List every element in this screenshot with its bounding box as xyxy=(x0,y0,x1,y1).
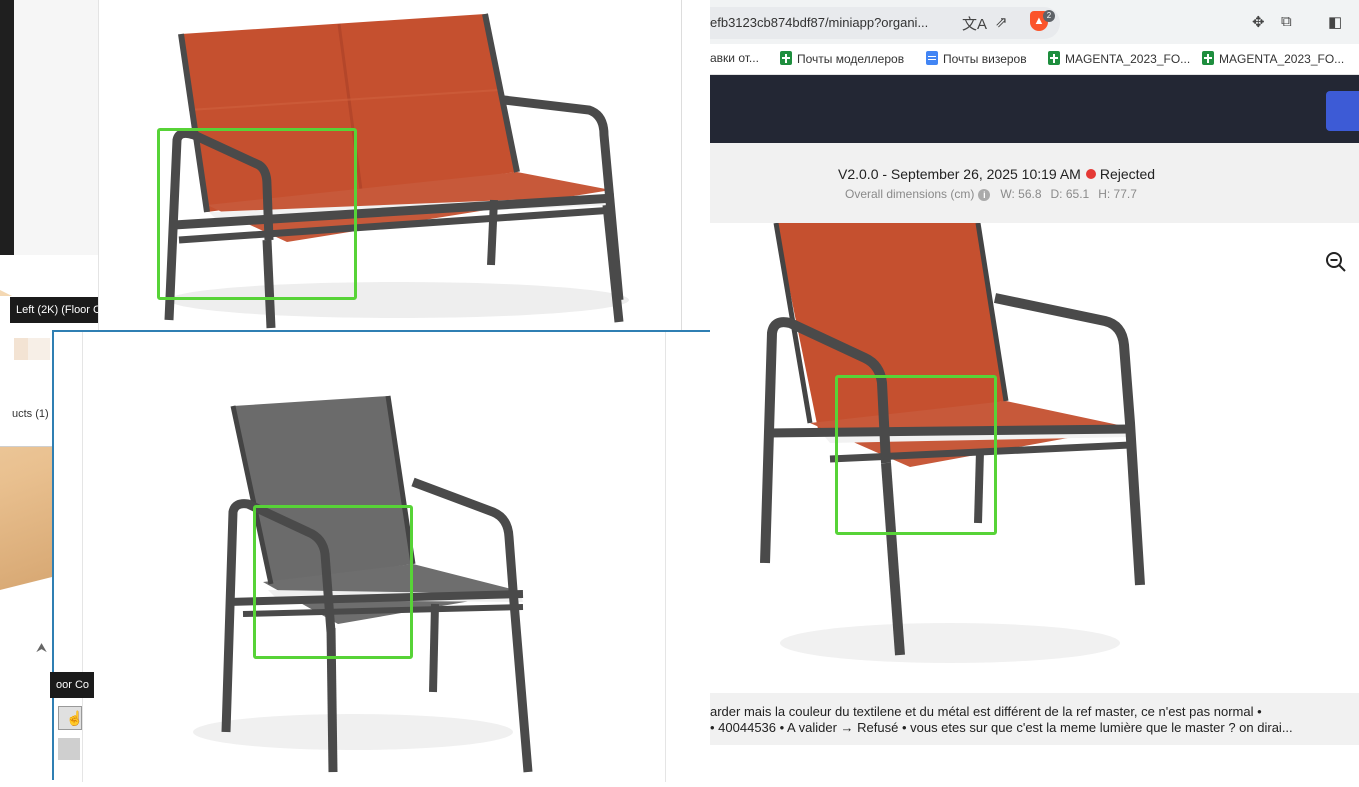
version-info-bar xyxy=(710,143,1359,223)
reference-image-panel xyxy=(98,0,682,330)
bookmark-label: MAGENTA_2023_FO... xyxy=(1065,52,1191,66)
hand-cursor-icon: ☝ xyxy=(66,710,84,726)
dimensions-line: Overall dimensions (cm) i W: 56.8 D: 65.1 H:… xyxy=(845,187,1146,201)
extensions-icon[interactable]: ✥ xyxy=(1252,13,1265,31)
render-viewer[interactable] xyxy=(710,223,1359,693)
header-action-button[interactable] xyxy=(1326,91,1359,131)
dimension-depth: D: 65.1 xyxy=(1050,187,1090,201)
dimension-height: H: 77.7 xyxy=(1098,187,1137,201)
version-title: V2.0.0 - September 26, 2025 10:19 AM xyxy=(838,166,1081,182)
comparison-image-panel xyxy=(82,332,666,782)
google-docs-icon xyxy=(926,51,938,65)
bookmark-label: MAGENTA_2023_FO... xyxy=(1219,52,1345,66)
info-icon[interactable]: i xyxy=(978,189,991,201)
bookmark-label: авки от... xyxy=(710,51,759,65)
share-icon[interactable]: ⇗ xyxy=(995,13,1008,31)
dimensions-label: Overall dimensions (cm) xyxy=(845,187,975,201)
google-sheets-icon xyxy=(1048,51,1060,65)
google-sheets-icon xyxy=(1202,51,1214,65)
comment-text: • 40044536 • A valider → Refusé • vous e… xyxy=(710,720,1293,735)
sidebar-toggle-icon[interactable]: ◧ xyxy=(1328,13,1342,31)
google-sheets-icon xyxy=(780,51,792,65)
bookmark-item[interactable]: Почты визеров xyxy=(926,51,1027,66)
bookmark-label: Почты визеров xyxy=(943,52,1027,66)
floor-tooltip: oor Co xyxy=(50,672,94,698)
translate-icon[interactable]: 文A xyxy=(962,13,987,34)
app-header xyxy=(710,75,1359,143)
shields-count-badge: 2 xyxy=(1043,10,1055,22)
browser-window: efb3123cb874bdf87/miniapp?organi... 文A ⇗… xyxy=(710,0,1359,780)
comment-text: arder mais la couleur du textilene et du… xyxy=(710,704,1262,719)
screen-search-icon[interactable]: ⧉ xyxy=(1281,13,1292,30)
comparison-image-window: ☝ xyxy=(52,330,710,782)
bookmark-item[interactable]: MAGENTA_2023_FO... xyxy=(1048,51,1190,66)
view-tooltip: Left (2K) (Floor Co xyxy=(10,297,110,323)
comments-bar xyxy=(710,693,1359,745)
bookmark-item[interactable]: Почты моделлеров xyxy=(780,51,904,66)
highlight-box xyxy=(835,375,997,535)
background-light-strip xyxy=(14,0,100,255)
background-dark-strip xyxy=(0,0,14,255)
bookmark-item[interactable]: MAGENTA_2023_FO... xyxy=(1202,51,1344,66)
address-bar-url[interactable]: efb3123cb874bdf87/miniapp?organi... xyxy=(710,15,928,30)
status-label: Rejected xyxy=(1099,166,1156,182)
highlight-box xyxy=(253,505,413,659)
highlight-box xyxy=(157,128,357,300)
status-dot-icon xyxy=(1085,169,1096,179)
dimension-width: W: 56.8 xyxy=(1000,187,1042,201)
bookmarks-bar: авки от... Почты моделлеров Почты визеро… xyxy=(710,44,1359,75)
zoom-out-icon[interactable] xyxy=(1324,250,1348,274)
thumbnail[interactable] xyxy=(58,738,80,760)
orange-chair-render xyxy=(760,223,1145,663)
bookmark-item[interactable]: авки от... xyxy=(710,51,759,65)
products-count-label: ucts (1) xyxy=(12,408,49,420)
mouse-pointer-icon: ⮝ xyxy=(36,640,48,655)
version-line: V2.0.0 - September 26, 2025 10:19 AM Reje… xyxy=(838,166,1155,182)
bookmark-label: Почты моделлеров xyxy=(797,52,905,66)
product-thumbnail[interactable] xyxy=(28,338,50,360)
